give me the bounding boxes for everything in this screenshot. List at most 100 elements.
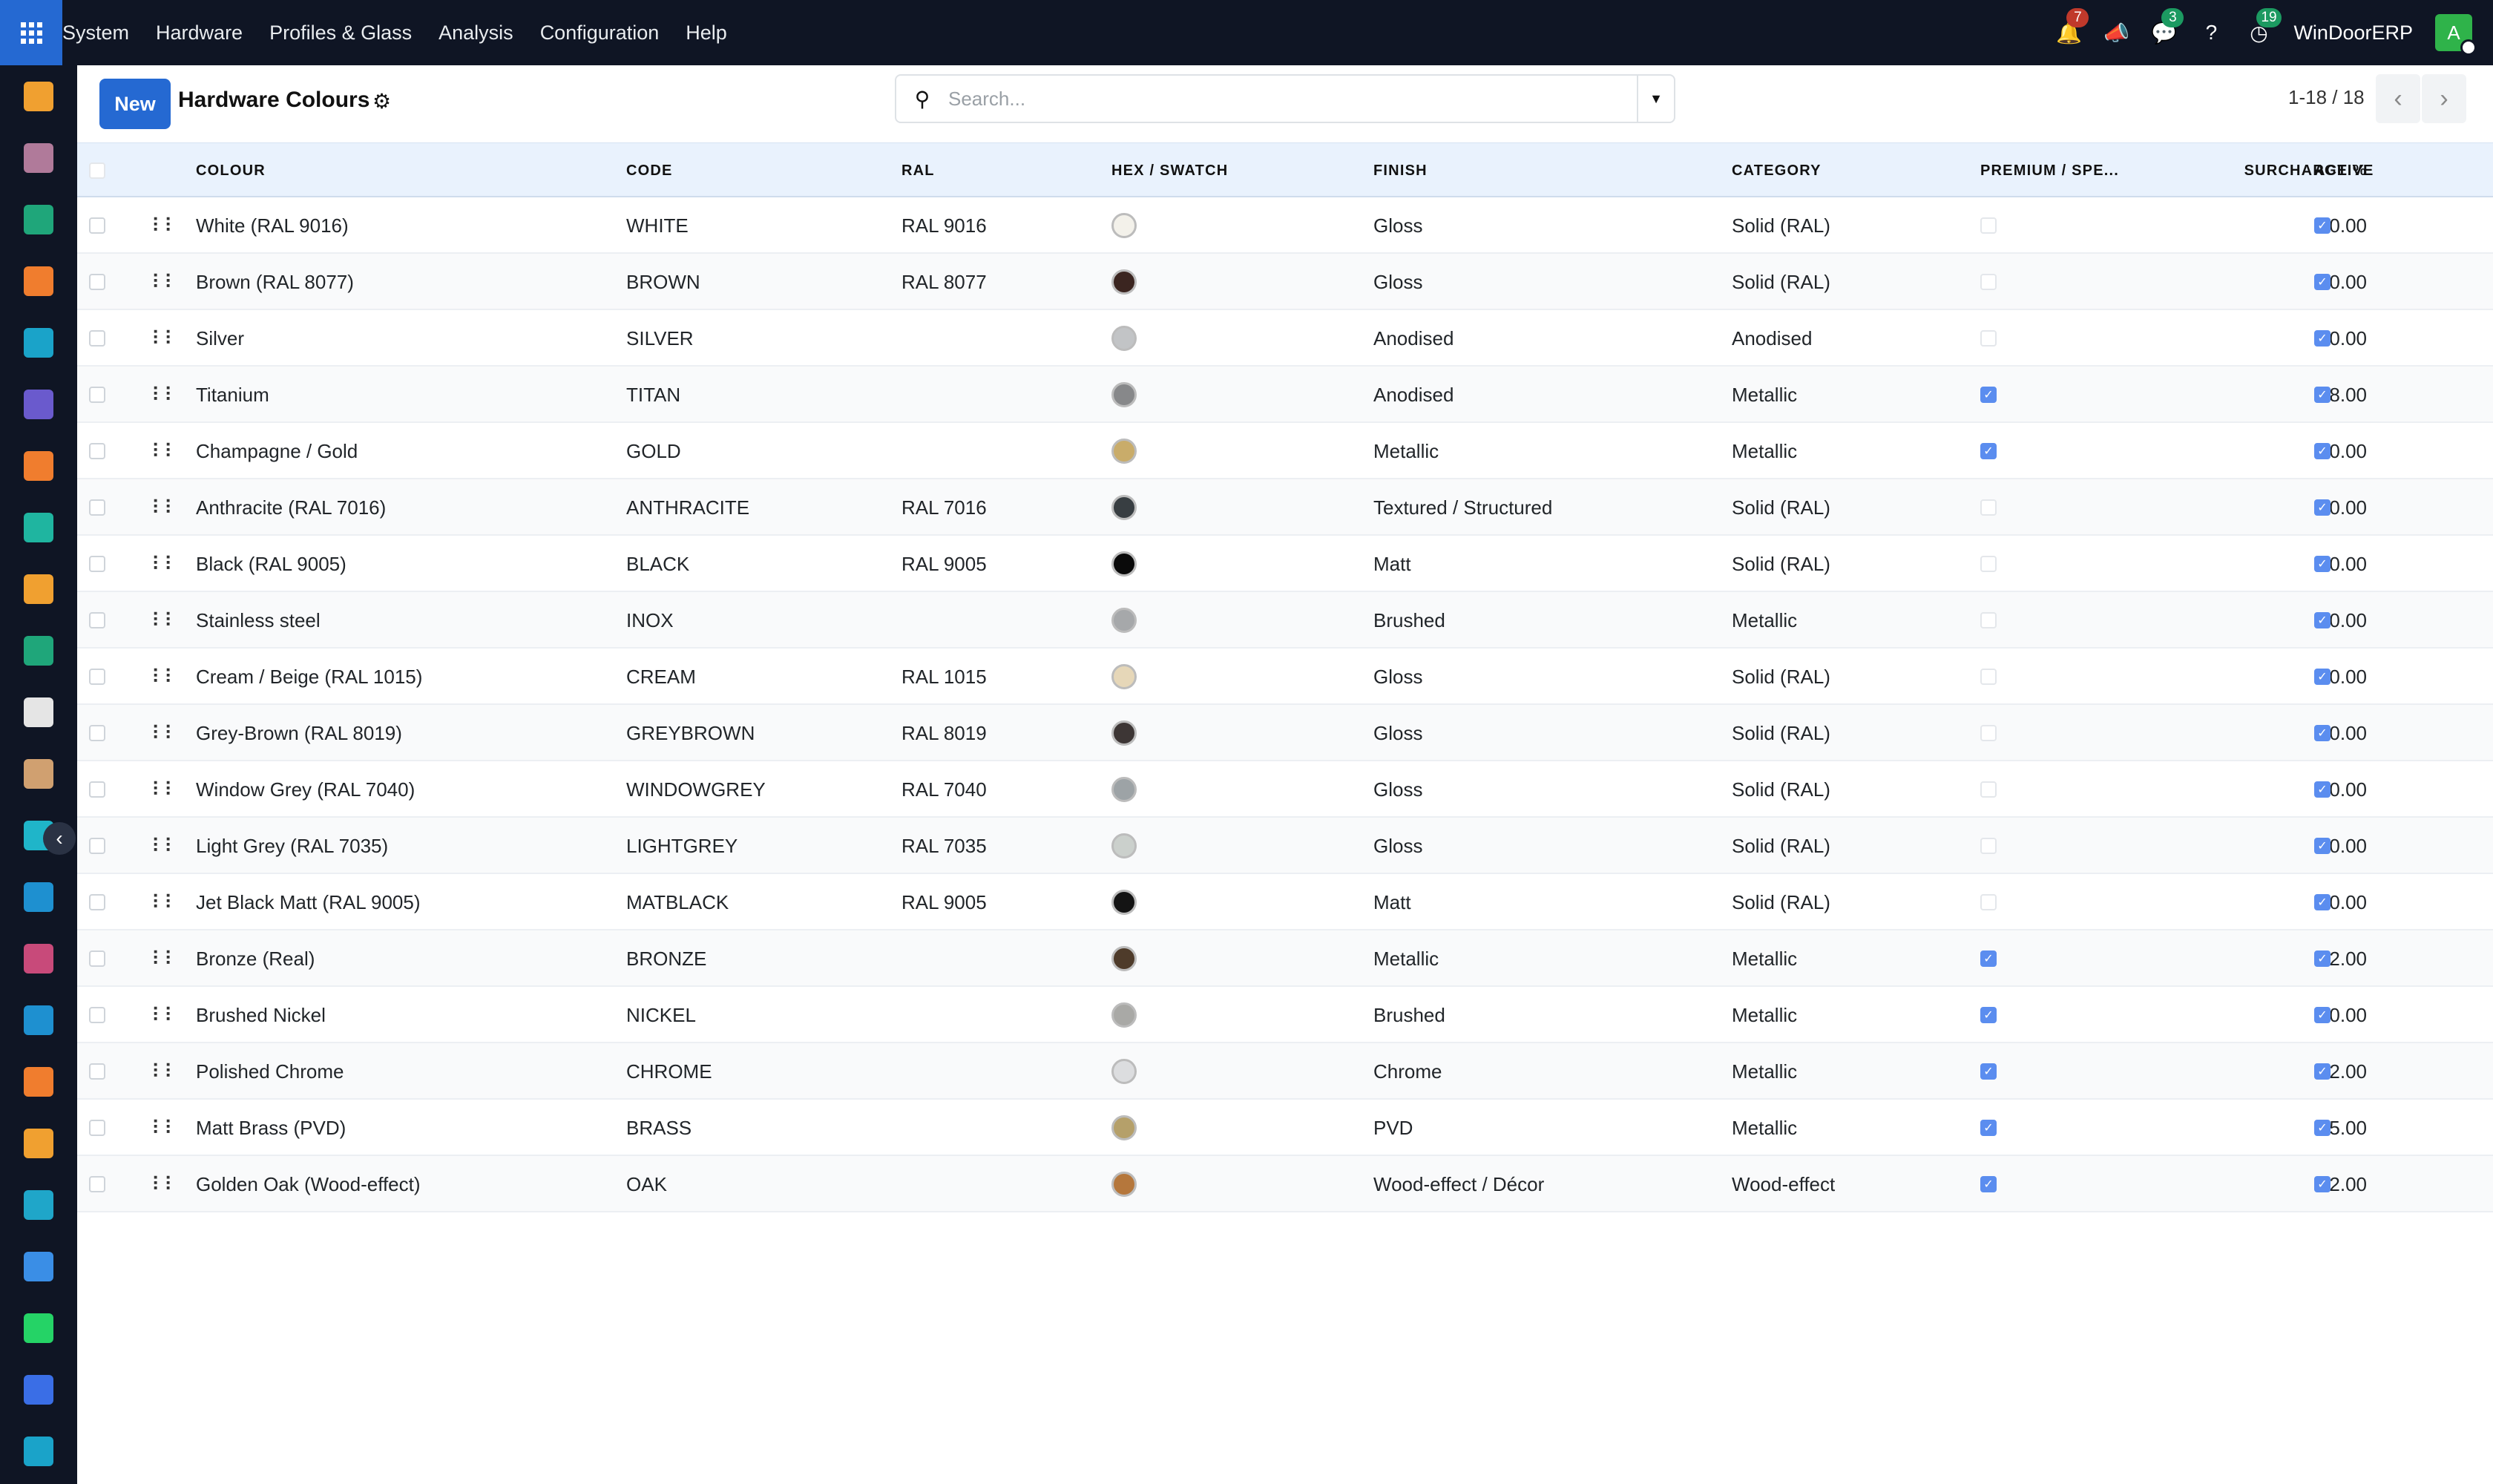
- active-toggle[interactable]: ✓: [2314, 894, 2331, 910]
- drag-handle-icon[interactable]: ⠇⠇: [151, 987, 178, 1043]
- active-toggle[interactable]: ✓: [2314, 1007, 2331, 1023]
- table-row[interactable]: ⠇⠇ Champagne / Gold GOLD Metallic Metallic ✓ 1…: [77, 423, 2493, 479]
- drag-handle-icon[interactable]: ⠇⠇: [151, 818, 178, 874]
- new-button[interactable]: New: [99, 79, 171, 129]
- premium-toggle[interactable]: ✓: [1980, 1063, 1997, 1080]
- select-all-checkbox[interactable]: [89, 143, 105, 198]
- drag-handle-icon[interactable]: ⠇⠇: [151, 310, 178, 367]
- premium-toggle[interactable]: ✓: [1980, 1176, 1997, 1192]
- checkbox[interactable]: [89, 387, 105, 403]
- row-select-checkbox[interactable]: [89, 423, 105, 479]
- drag-handle-icon[interactable]: ⠇⠇: [151, 1043, 178, 1100]
- menu-profiles-glass[interactable]: Profiles & Glass: [256, 22, 425, 45]
- active-toggle[interactable]: ✓: [2314, 387, 2331, 403]
- active-toggle[interactable]: ✓: [2314, 1120, 2331, 1136]
- packages-app-icon[interactable]: [24, 944, 53, 974]
- active-checkbox[interactable]: ✓: [2314, 1156, 2331, 1212]
- checkbox[interactable]: [89, 274, 105, 290]
- menu-analysis[interactable]: Analysis: [425, 22, 527, 45]
- premium-toggle[interactable]: [1980, 894, 1997, 910]
- active-toggle[interactable]: ✓: [2314, 781, 2331, 798]
- premium-toggle[interactable]: [1980, 612, 1997, 628]
- active-toggle[interactable]: ✓: [2314, 499, 2331, 516]
- checkbox[interactable]: [89, 1176, 105, 1192]
- company-switcher[interactable]: WinDoorERP: [2293, 22, 2413, 45]
- search-input[interactable]: [948, 76, 1637, 121]
- team-app-icon[interactable]: [24, 1067, 53, 1097]
- help-icon[interactable]: ?: [2198, 20, 2224, 45]
- premium-checkbox[interactable]: [1980, 818, 1997, 874]
- drag-handle-icon[interactable]: ⠇⠇: [151, 1156, 178, 1212]
- pos-app-icon[interactable]: [24, 143, 53, 173]
- table-row[interactable]: ⠇⠇ Matt Brass (PVD) BRASS PVD Metallic ✓ 15.00…: [77, 1100, 2493, 1156]
- premium-toggle[interactable]: ✓: [1980, 443, 1997, 459]
- row-select-checkbox[interactable]: [89, 367, 105, 423]
- checkbox[interactable]: [89, 556, 105, 572]
- table-row[interactable]: ⠇⠇ Grey-Brown (RAL 8019) GREYBROWN RAL 8019…: [77, 705, 2493, 761]
- active-checkbox[interactable]: ✓: [2314, 1100, 2331, 1156]
- row-select-checkbox[interactable]: [89, 197, 105, 254]
- table-row[interactable]: ⠇⠇ Jet Black Matt (RAL 9005) MATBLACK RAL 9…: [77, 874, 2493, 930]
- checkbox[interactable]: [89, 499, 105, 516]
- active-checkbox[interactable]: ✓: [2314, 367, 2331, 423]
- table-row[interactable]: ⠇⠇ Cream / Beige (RAL 1015) CREAM RAL 1015 G…: [77, 649, 2493, 705]
- premium-toggle[interactable]: ✓: [1980, 1120, 1997, 1136]
- drag-handle-icon[interactable]: ⠇⠇: [151, 479, 178, 536]
- table-row[interactable]: ⠇⠇ Stainless steel INOX Brushed Metallic 0.00…: [77, 592, 2493, 649]
- drag-handle-icon[interactable]: ⠇⠇: [151, 536, 178, 592]
- row-select-checkbox[interactable]: [89, 1043, 105, 1100]
- whatsapp-app-icon[interactable]: [24, 1313, 53, 1343]
- row-select-checkbox[interactable]: [89, 479, 105, 536]
- checkbox[interactable]: [89, 725, 105, 741]
- checkbox[interactable]: [89, 951, 105, 967]
- premium-checkbox[interactable]: [1980, 874, 1997, 930]
- active-toggle[interactable]: ✓: [2314, 612, 2331, 628]
- checkbox[interactable]: [89, 838, 105, 854]
- column-colour[interactable]: COLOUR: [196, 143, 266, 198]
- drag-handle-icon[interactable]: ⠇⠇: [151, 874, 178, 930]
- reporting-app-icon[interactable]: [24, 574, 53, 604]
- column-code[interactable]: CODE: [626, 143, 673, 198]
- drag-handle-icon[interactable]: ⠇⠇: [151, 423, 178, 479]
- premium-toggle[interactable]: [1980, 499, 1997, 516]
- invoicing-app-icon[interactable]: [24, 1005, 53, 1035]
- checkbox[interactable]: [89, 894, 105, 910]
- pager-value[interactable]: 1-18 / 18: [2288, 86, 2365, 109]
- drag-handle-icon[interactable]: ⠇⠇: [151, 254, 178, 310]
- active-checkbox[interactable]: ✓: [2314, 987, 2331, 1043]
- active-toggle[interactable]: ✓: [2314, 669, 2331, 685]
- table-row[interactable]: ⠇⠇ Black (RAL 9005) BLACK RAL 9005 Matt Solid…: [77, 536, 2493, 592]
- checkbox[interactable]: [89, 669, 105, 685]
- premium-toggle[interactable]: ✓: [1980, 1007, 1997, 1023]
- premium-checkbox[interactable]: ✓: [1980, 423, 1997, 479]
- active-checkbox[interactable]: ✓: [2314, 818, 2331, 874]
- premium-toggle[interactable]: [1980, 669, 1997, 685]
- contacts-app-icon[interactable]: [24, 205, 53, 234]
- table-row[interactable]: ⠇⠇ Polished Chrome CHROME Chrome Metallic ✓ 12…: [77, 1043, 2493, 1100]
- user-avatar[interactable]: A: [2435, 14, 2477, 56]
- drag-handle-icon[interactable]: ⠇⠇: [151, 592, 178, 649]
- row-select-checkbox[interactable]: [89, 930, 105, 987]
- premium-checkbox[interactable]: ✓: [1980, 1156, 1997, 1212]
- premium-checkbox[interactable]: [1980, 479, 1997, 536]
- website-builder-app-icon[interactable]: [24, 1437, 53, 1466]
- premium-checkbox[interactable]: ✓: [1980, 1043, 1997, 1100]
- column-finish[interactable]: FINISH: [1373, 143, 1428, 198]
- active-checkbox[interactable]: ✓: [2314, 423, 2331, 479]
- row-select-checkbox[interactable]: [89, 254, 105, 310]
- table-row[interactable]: ⠇⠇ Window Grey (RAL 7040) WINDOWGREY RAL 70…: [77, 761, 2493, 818]
- active-checkbox[interactable]: ✓: [2314, 254, 2331, 310]
- active-toggle[interactable]: ✓: [2314, 217, 2331, 234]
- checkbox[interactable]: [89, 612, 105, 628]
- premium-checkbox[interactable]: [1980, 592, 1997, 649]
- table-row[interactable]: ⠇⠇ Silver SILVER Anodised Anodised 0.00 ✓: [77, 310, 2493, 367]
- active-toggle[interactable]: ✓: [2314, 1176, 2331, 1192]
- active-checkbox[interactable]: ✓: [2314, 761, 2331, 818]
- project-app-icon[interactable]: [24, 513, 53, 542]
- website-app-icon[interactable]: [24, 328, 53, 358]
- sign-app-icon[interactable]: [24, 1190, 53, 1220]
- menu-hardware[interactable]: Hardware: [142, 22, 256, 45]
- active-toggle[interactable]: ✓: [2314, 1063, 2331, 1080]
- row-select-checkbox[interactable]: [89, 705, 105, 761]
- premium-toggle[interactable]: [1980, 838, 1997, 854]
